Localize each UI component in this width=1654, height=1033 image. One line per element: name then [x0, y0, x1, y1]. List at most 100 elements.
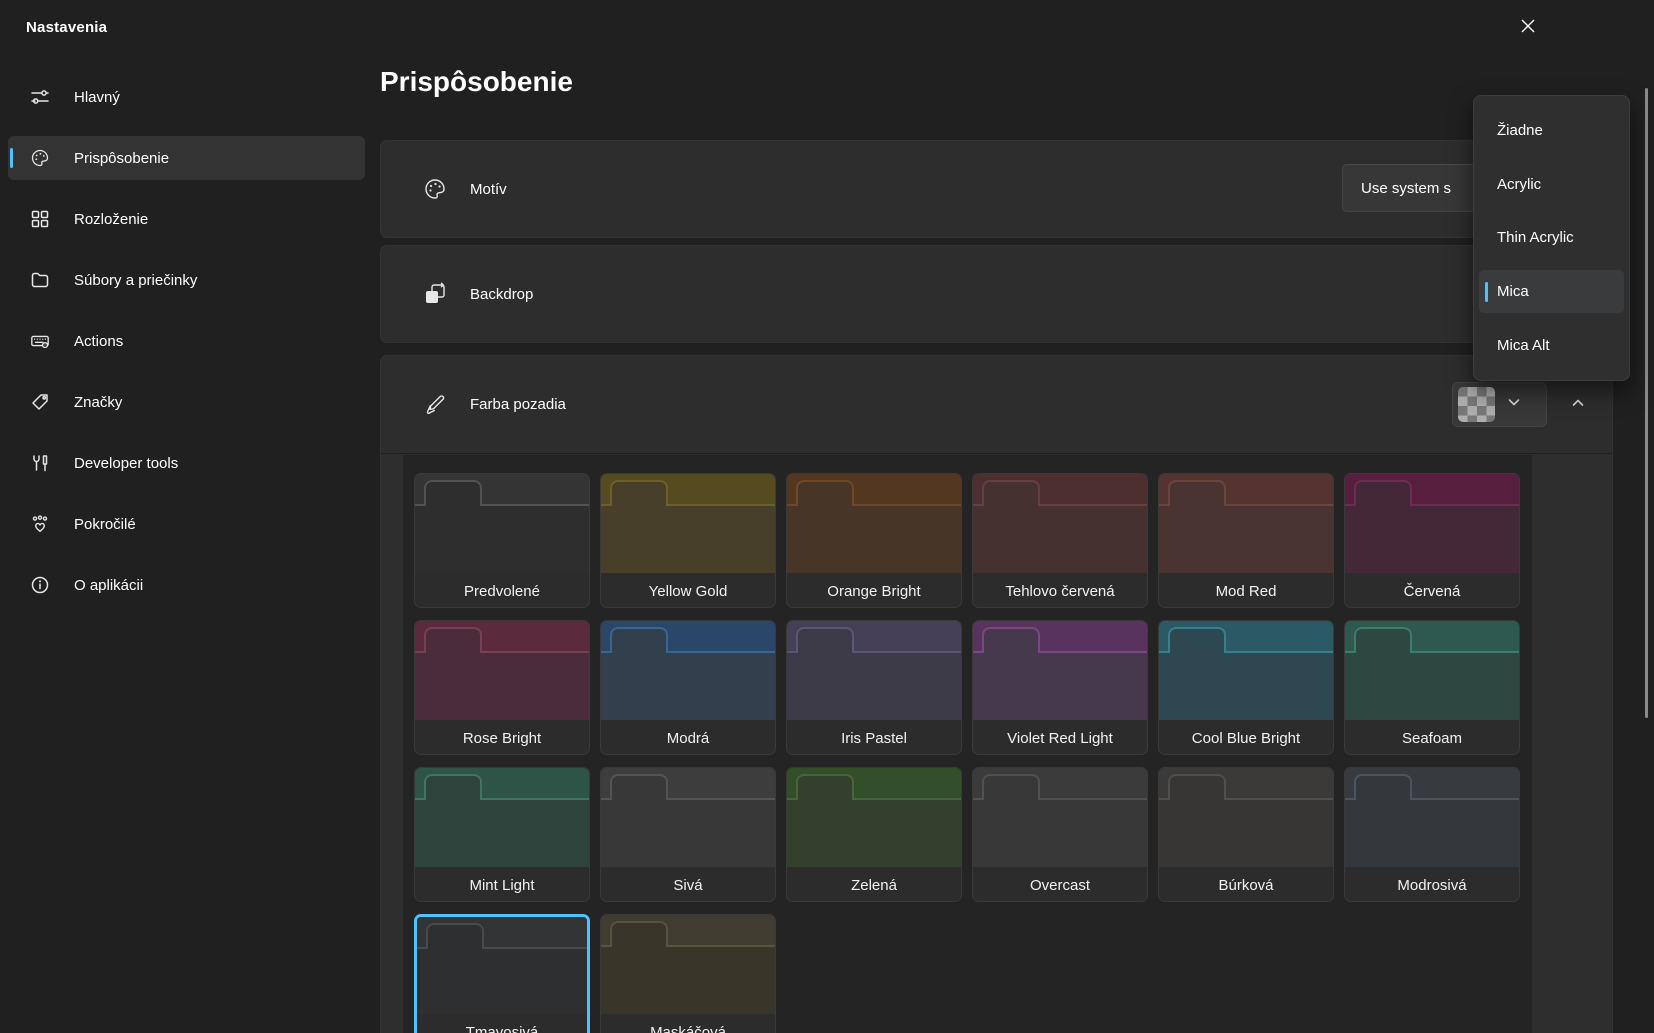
folder-color-icon: [1345, 621, 1519, 720]
flyout-item-žiadne[interactable]: Žiadne: [1479, 109, 1624, 152]
flyout-item-label: Thin Acrylic: [1497, 229, 1574, 246]
tag-icon: [28, 390, 52, 414]
sidebar-item-label: Prispôsobenie: [74, 150, 169, 167]
selection-indicator: [1485, 282, 1488, 302]
folder-color-icon: [415, 474, 589, 573]
color-tile-label: Modrá: [601, 720, 775, 755]
folder-color-icon: [1345, 474, 1519, 573]
color-tile-zelená[interactable]: Zelená: [786, 767, 962, 902]
sidebar-item-dev-tools[interactable]: Developer tools: [8, 441, 365, 485]
sidebar-item-label: O aplikácii: [74, 577, 143, 594]
color-tile-label: Predvolené: [415, 573, 589, 608]
color-tile-búrková[interactable]: Búrková: [1158, 767, 1334, 902]
sidebar-item-label: Developer tools: [74, 455, 178, 472]
sidebar-item-tags[interactable]: Značky: [8, 380, 365, 424]
backdrop-row: Backdrop: [380, 245, 1613, 343]
sidebar-item-layout[interactable]: Rozloženie: [8, 197, 365, 241]
folder-color-icon: [1159, 768, 1333, 867]
folder-color-icon: [1159, 621, 1333, 720]
flyout-item-thin-acrylic[interactable]: Thin Acrylic: [1479, 217, 1624, 260]
folder-color-icon: [601, 915, 775, 1014]
color-tile-label: Sivá: [601, 867, 775, 902]
flyout-item-acrylic[interactable]: Acrylic: [1479, 163, 1624, 206]
folder-color-icon: [601, 768, 775, 867]
page-title: Prispôsobenie: [380, 66, 573, 98]
transparent-color-swatch[interactable]: [1458, 387, 1495, 422]
settings-sidebar: Hlavný Prispôsobenie Rozloženie Súbory a pr…: [8, 75, 365, 607]
backdrop-row-label: Backdrop: [470, 286, 533, 303]
background-color-split-button[interactable]: [1452, 382, 1547, 427]
color-tile-label: Tmavosivá: [417, 1014, 587, 1033]
folder-color-icon: [415, 768, 589, 867]
color-tile-label: Červená: [1345, 573, 1519, 608]
sidebar-item-personalization[interactable]: Prispôsobenie: [8, 136, 365, 180]
palette-icon: [422, 176, 448, 202]
sidebar-item-main[interactable]: Hlavný: [8, 75, 365, 119]
color-tile-label: Búrková: [1159, 867, 1333, 902]
color-tile-červená[interactable]: Červená: [1344, 473, 1520, 608]
folder-color-icon: [973, 621, 1147, 720]
sidebar-item-label: Hlavný: [74, 89, 120, 106]
color-tile-seafoam[interactable]: Seafoam: [1344, 620, 1520, 755]
color-tile-modrosivá[interactable]: Modrosivá: [1344, 767, 1520, 902]
folder-color-icon: [417, 917, 587, 1014]
color-tile-sivá[interactable]: Sivá: [600, 767, 776, 902]
sidebar-item-label: Značky: [74, 394, 122, 411]
color-tile-cool-blue-bright[interactable]: Cool Blue Bright: [1158, 620, 1334, 755]
backdrop-flyout: Žiadne Acrylic Thin Acrylic Mica Mica Alt: [1473, 95, 1630, 381]
color-tile-yellow-gold[interactable]: Yellow Gold: [600, 473, 776, 608]
sidebar-item-actions[interactable]: Actions: [8, 319, 365, 363]
folder-color-icon: [787, 621, 961, 720]
color-tile-label: Cool Blue Bright: [1159, 720, 1333, 755]
tools-icon: [28, 451, 52, 475]
color-tile-overcast[interactable]: Overcast: [972, 767, 1148, 902]
background-color-row-label: Farba pozadia: [470, 396, 566, 413]
color-tile-label: Maskáčová: [601, 1014, 775, 1033]
color-tile-mint-light[interactable]: Mint Light: [414, 767, 590, 902]
theme-row-label: Motív: [470, 181, 507, 198]
color-tile-label: Orange Bright: [787, 573, 961, 608]
color-tile-violet-red-light[interactable]: Violet Red Light: [972, 620, 1148, 755]
color-tile-maskáčová[interactable]: Maskáčová: [600, 914, 776, 1033]
paintbrush-icon: [422, 392, 448, 418]
color-tile-rose-bright[interactable]: Rose Bright: [414, 620, 590, 755]
flyout-item-label: Mica Alt: [1497, 337, 1550, 354]
expander-collapse-button[interactable]: [1556, 383, 1600, 425]
sidebar-item-label: Pokročilé: [74, 516, 136, 533]
color-tile-label: Modrosivá: [1345, 867, 1519, 902]
settings-window: Nastavenia Hlavný Prispôsobenie Rozloženie…: [0, 0, 1654, 1033]
sidebar-item-label: Súbory a priečinky: [74, 272, 197, 289]
folder-color-icon: [601, 621, 775, 720]
folder-color-icon: [601, 474, 775, 573]
close-button[interactable]: [1504, 6, 1552, 48]
sidebar-item-label: Actions: [74, 333, 123, 350]
color-tile-orange-bright[interactable]: Orange Bright: [786, 473, 962, 608]
color-tile-tehlovo-červená[interactable]: Tehlovo červená: [972, 473, 1148, 608]
color-tile-label: Tehlovo červená: [973, 573, 1147, 608]
color-tile-label: Iris Pastel: [787, 720, 961, 755]
color-tile-iris-pastel[interactable]: Iris Pastel: [786, 620, 962, 755]
sidebar-item-advanced[interactable]: Pokročilé: [8, 502, 365, 546]
sidebar-item-files-folders[interactable]: Súbory a priečinky: [8, 258, 365, 302]
folder-color-icon: [787, 768, 961, 867]
sidebar-item-about[interactable]: O aplikácii: [8, 563, 365, 607]
vertical-scrollbar[interactable]: [1645, 88, 1648, 718]
color-tile-label: Yellow Gold: [601, 573, 775, 608]
background-color-row: Farba pozadia: [380, 355, 1613, 454]
window-title: Nastavenia: [26, 19, 107, 36]
keyboard-icon: [28, 329, 52, 353]
color-tile-label: Zelená: [787, 867, 961, 902]
sliders-icon: [28, 85, 52, 109]
palette-icon: [28, 146, 52, 170]
grid-icon: [28, 207, 52, 231]
theme-combobox-value: Use system s: [1361, 180, 1451, 197]
color-tile-mod-red[interactable]: Mod Red: [1158, 473, 1334, 608]
color-tile-label: Overcast: [973, 867, 1147, 902]
folder-color-grid: Predvolené Yellow Gold Orange Bright Tehlov…: [414, 473, 1520, 1033]
folder-color-icon: [415, 621, 589, 720]
color-tile-modrá[interactable]: Modrá: [600, 620, 776, 755]
flyout-item-mica[interactable]: Mica: [1479, 270, 1624, 313]
color-tile-tmavosivá[interactable]: Tmavosivá: [414, 914, 590, 1033]
flyout-item-mica-alt[interactable]: Mica Alt: [1479, 324, 1624, 367]
color-tile-predvolené[interactable]: Predvolené: [414, 473, 590, 608]
